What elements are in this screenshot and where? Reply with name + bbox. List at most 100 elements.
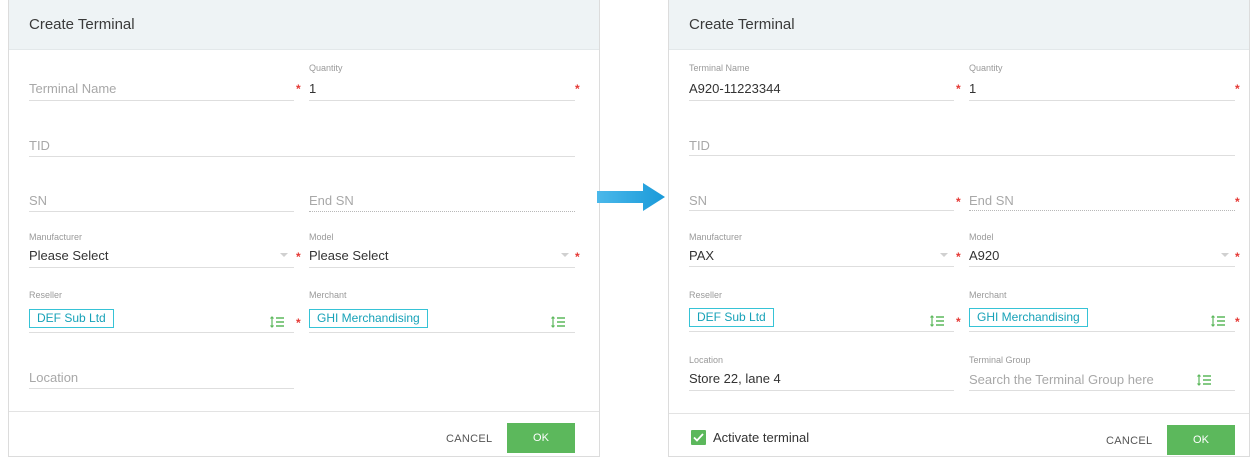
manufacturer-label: Manufacturer	[689, 232, 743, 242]
terminal-group-label: Terminal Group	[969, 355, 1031, 365]
location-label: Location	[689, 355, 724, 365]
sn-input[interactable]: SN	[29, 175, 294, 215]
input-underline	[29, 100, 294, 101]
required-asterisk: *	[296, 316, 301, 330]
dialog-header: Create Terminal	[669, 0, 1249, 50]
required-asterisk: *	[296, 250, 301, 264]
location-value: Store 22, lane 4	[689, 371, 781, 386]
sort-list-icon[interactable]	[270, 316, 284, 328]
merchant-picker[interactable]: Merchant GHI Merchandising	[309, 290, 575, 334]
tid-placeholder: TID	[689, 138, 710, 153]
ok-button[interactable]: OK	[507, 423, 575, 453]
input-underline	[969, 100, 1235, 101]
tid-placeholder: TID	[29, 138, 50, 153]
reseller-picker[interactable]: Reseller DEF Sub Ltd	[29, 290, 294, 334]
input-underline	[309, 100, 575, 101]
input-underline	[689, 100, 954, 101]
chevron-down-icon	[940, 253, 948, 257]
required-asterisk: *	[956, 315, 961, 329]
footer-divider	[9, 411, 599, 412]
manufacturer-select[interactable]: Manufacturer Please Select	[29, 232, 294, 270]
dialog-header: Create Terminal	[9, 0, 599, 50]
reseller-label: Reseller	[29, 290, 63, 300]
cancel-button[interactable]: CANCEL	[446, 433, 492, 445]
merchant-tag[interactable]: GHI Merchandising	[309, 309, 428, 328]
required-asterisk: *	[575, 82, 580, 96]
check-icon	[693, 433, 704, 442]
chevron-down-icon	[280, 253, 288, 257]
sort-list-icon[interactable]	[551, 316, 565, 328]
input-underline	[689, 210, 954, 211]
terminal-name-input[interactable]: Terminal Name A920-11223344	[689, 63, 954, 103]
model-value: A920	[969, 248, 1000, 263]
manufacturer-value: PAX	[689, 248, 715, 263]
end-sn-placeholder: End SN	[309, 193, 354, 208]
input-underline	[689, 331, 954, 332]
reseller-tag[interactable]: DEF Sub Ltd	[29, 309, 114, 328]
model-value: Please Select	[309, 248, 389, 263]
location-placeholder: Location	[29, 370, 79, 385]
merchant-picker[interactable]: Merchant GHI Merchandising	[969, 290, 1235, 334]
model-label: Model	[969, 232, 994, 242]
required-asterisk: *	[575, 250, 580, 264]
merchant-label: Merchant	[969, 290, 1007, 300]
input-underline	[309, 267, 575, 268]
dialog-title: Create Terminal	[689, 16, 795, 33]
sort-list-icon[interactable]	[930, 315, 944, 327]
reseller-label: Reseller	[689, 290, 723, 300]
input-underline	[689, 390, 954, 391]
location-input[interactable]: Location	[29, 352, 294, 392]
model-label: Model	[309, 232, 334, 242]
sort-list-icon[interactable]	[1211, 315, 1225, 327]
required-asterisk: *	[1235, 250, 1240, 264]
sn-input[interactable]: SN	[689, 175, 954, 215]
reseller-tag[interactable]: DEF Sub Ltd	[689, 308, 774, 327]
input-underline	[29, 211, 294, 212]
input-underline	[969, 266, 1235, 267]
input-underline	[29, 332, 294, 333]
input-underline	[309, 211, 575, 212]
location-input[interactable]: Location Store 22, lane 4	[689, 355, 954, 393]
terminal-name-value: A920-11223344	[689, 81, 781, 96]
input-underline	[29, 267, 294, 268]
input-underline	[689, 266, 954, 267]
chevron-down-icon	[1221, 253, 1229, 257]
required-asterisk: *	[956, 250, 961, 264]
end-sn-input[interactable]: End SN	[969, 175, 1235, 215]
quantity-value: 1	[309, 81, 317, 96]
end-sn-input[interactable]: End SN	[309, 175, 575, 215]
sn-placeholder: SN	[29, 193, 48, 208]
input-underline	[309, 332, 575, 333]
chevron-down-icon	[561, 253, 569, 257]
ok-button-label: OK	[1193, 434, 1209, 446]
sort-list-icon[interactable]	[1197, 374, 1211, 386]
footer-divider	[669, 413, 1249, 414]
quantity-input[interactable]: Quantity 1	[309, 63, 575, 103]
sn-placeholder: SN	[689, 193, 708, 208]
required-asterisk: *	[1235, 195, 1240, 209]
dialog-title: Create Terminal	[29, 16, 135, 33]
terminal-group-search[interactable]: Terminal Group Search the Terminal Group…	[969, 355, 1235, 393]
reseller-picker[interactable]: Reseller DEF Sub Ltd	[689, 290, 954, 334]
required-asterisk: *	[296, 82, 301, 96]
terminal-group-placeholder: Search the Terminal Group here	[969, 372, 1154, 387]
input-underline	[969, 210, 1235, 211]
tid-input[interactable]: TID	[29, 120, 575, 160]
required-asterisk: *	[956, 82, 961, 96]
ok-button[interactable]: OK	[1167, 425, 1235, 455]
terminal-name-input[interactable]: Terminal Name	[29, 63, 294, 103]
cancel-button[interactable]: CANCEL	[1106, 435, 1152, 447]
end-sn-placeholder: End SN	[969, 193, 1014, 208]
model-select[interactable]: Model A920	[969, 232, 1235, 270]
merchant-tag[interactable]: GHI Merchandising	[969, 308, 1088, 327]
input-underline	[969, 390, 1235, 391]
quantity-input[interactable]: Quantity 1	[969, 63, 1235, 103]
tid-input[interactable]: TID	[689, 120, 1235, 160]
quantity-value: 1	[969, 81, 977, 96]
create-terminal-dialog-empty: Create Terminal Terminal Name * Quantity…	[8, 0, 600, 457]
activate-terminal-checkbox[interactable]	[691, 430, 706, 445]
model-select[interactable]: Model Please Select	[309, 232, 575, 270]
manufacturer-select[interactable]: Manufacturer PAX	[689, 232, 954, 270]
activate-terminal-label[interactable]: Activate terminal	[713, 430, 809, 445]
input-underline	[29, 388, 294, 389]
